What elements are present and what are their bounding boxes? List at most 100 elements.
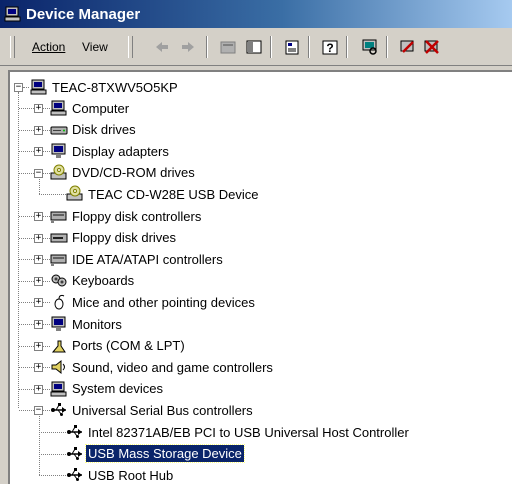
properties-button[interactable] (280, 35, 304, 59)
computer-icon (50, 380, 68, 398)
toolbar-grip[interactable] (128, 36, 133, 58)
view-menu[interactable]: View (82, 40, 108, 54)
tree-node-computer[interactable]: Computer (50, 98, 131, 118)
tree-node-label: Floppy disk controllers (72, 208, 202, 224)
svg-text:?: ? (326, 41, 333, 55)
tree-node-intel-82371ab-eb-pci-to-usb-universal-host-controller[interactable]: Intel 82371AB/EB PCI to USB Universal Ho… (66, 422, 411, 442)
action-menu-label: Action (32, 40, 66, 54)
usb-icon (66, 445, 84, 463)
tree-node-system-devices[interactable]: System devices (50, 379, 165, 399)
usb-icon (66, 466, 84, 484)
help-button[interactable]: ? (318, 35, 342, 59)
tree-node-label: Universal Serial Bus controllers (72, 402, 253, 418)
tree-node-label: Disk drives (72, 122, 136, 138)
tree-node-usb-root-hub[interactable]: USB Root Hub (66, 465, 175, 484)
tree-node-dvd-cd-rom-drives[interactable]: DVD/CD-ROM drives (50, 163, 197, 183)
computer-icon (50, 99, 68, 117)
title-bar[interactable]: Device Manager (0, 0, 512, 28)
disk-drive-icon (50, 121, 68, 139)
window-title: Device Manager (26, 5, 141, 23)
monitor-icon (50, 315, 68, 333)
expand-toggle-ports-com-lpt[interactable]: + (34, 341, 43, 351)
tree-line (18, 92, 19, 408)
properties-icon (285, 40, 299, 55)
expand-toggle-keyboards[interactable]: + (34, 276, 43, 286)
mouse-icon (50, 293, 68, 311)
tree-node-disk-drives[interactable]: Disk drives (50, 120, 138, 140)
tree-node-floppy-disk-controllers[interactable]: Floppy disk controllers (50, 206, 203, 226)
tree-line (39, 453, 66, 455)
toolbar-separator (206, 36, 208, 58)
help-icon: ? (322, 40, 338, 55)
expand-toggle-sound-video-and-game-controllers[interactable]: + (34, 363, 43, 373)
tree-line (39, 176, 40, 195)
controller-icon (50, 207, 68, 225)
tree-node-keyboards[interactable]: Keyboards (50, 271, 136, 291)
cdrom-icon (66, 185, 84, 203)
back-button[interactable] (150, 35, 174, 59)
forward-arrow-icon (182, 42, 194, 52)
tree-node-label: Monitors (72, 316, 122, 332)
tree-node-ports-com-lpt[interactable]: Ports (COM & LPT) (50, 336, 187, 356)
tree-node-display-adapters[interactable]: Display adapters (50, 141, 171, 161)
computer-icon (30, 78, 48, 96)
menu-grip[interactable] (10, 36, 15, 58)
uninstall-device-icon (424, 40, 439, 54)
tree-node-label: Computer (72, 100, 130, 116)
floppy-drive-icon (50, 229, 68, 247)
expand-toggle-display-adapters[interactable]: + (34, 147, 43, 157)
tree-node-label: USB Mass Storage Device (85, 444, 245, 464)
tree-node-label: USB Root Hub (88, 467, 174, 483)
back-arrow-icon (156, 42, 168, 52)
uninstall-device-button[interactable] (420, 35, 444, 59)
port-icon (50, 337, 68, 355)
tree-node-label: System devices (72, 381, 164, 397)
folder-up-icon (220, 41, 236, 54)
view-menu-label: View (82, 40, 108, 54)
tree-node-ide-ata-atapi-controllers[interactable]: IDE ATA/ATAPI controllers (50, 249, 225, 269)
speaker-icon (50, 358, 68, 376)
device-tree[interactable]: − TEAC-8TXWV5O5KP + Computer + Disk drives +… (8, 70, 512, 484)
tree-node-sound-video-and-game-controllers[interactable]: Sound, video and game controllers (50, 357, 275, 377)
tree-node-floppy-disk-drives[interactable]: Floppy disk drives (50, 228, 178, 248)
action-menu[interactable]: Action (32, 40, 65, 54)
expand-toggle-floppy-disk-drives[interactable]: + (34, 233, 43, 243)
scan-hardware-icon (362, 39, 377, 55)
expand-toggle-floppy-disk-controllers[interactable]: + (34, 212, 43, 221)
tree-node-monitors[interactable]: Monitors (50, 314, 124, 334)
tree-node-usb-mass-storage-device[interactable]: USB Mass Storage Device (66, 444, 245, 464)
tree-node-label: TEAC CD-W28E USB Device (88, 186, 259, 202)
expand-toggle-disk-drives[interactable]: + (34, 125, 43, 135)
expand-toggle-mice-and-other-pointing-devices[interactable]: + (34, 298, 43, 308)
tree-line (39, 432, 66, 433)
tree-node-label: IDE ATA/ATAPI controllers (72, 251, 223, 267)
tree-node-universal-serial-bus-controllers[interactable]: Universal Serial Bus controllers (50, 400, 255, 420)
tree-node-label: DVD/CD-ROM drives (72, 165, 195, 181)
tree-node-label: Intel 82371AB/EB PCI to USB Universal Ho… (88, 424, 409, 440)
toolbar-separator (270, 36, 272, 58)
tree-node-label: Mice and other pointing devices (72, 294, 255, 310)
toolbar-separator (308, 36, 310, 58)
show-hide-tree-button[interactable] (242, 35, 266, 59)
tree-node-label: Keyboards (72, 273, 135, 289)
usb-icon (50, 401, 68, 419)
up-button[interactable] (216, 35, 240, 59)
forward-button[interactable] (176, 35, 200, 59)
tree-root-node[interactable]: TEAC-8TXWV5O5KP (30, 77, 180, 97)
expand-toggle-computer[interactable]: + (34, 104, 43, 113)
expand-toggle-system-devices[interactable]: + (34, 384, 43, 394)
device-manager-icon (4, 5, 22, 23)
disable-device-button[interactable] (396, 35, 420, 59)
root-collapse-toggle[interactable]: − (14, 83, 23, 92)
scan-hardware-button[interactable] (358, 35, 382, 59)
disable-device-icon (400, 40, 414, 53)
tree-node-teac-cd-w28e-usb-device[interactable]: TEAC CD-W28E USB Device (66, 184, 260, 204)
tree-node-mice-and-other-pointing-devices[interactable]: Mice and other pointing devices (50, 292, 257, 312)
tree-line (39, 414, 40, 476)
tree-line (39, 194, 66, 196)
expand-toggle-ide-ata-atapi-controllers[interactable]: + (34, 255, 43, 265)
tree-line (39, 475, 66, 477)
expand-toggle-monitors[interactable]: + (34, 320, 43, 329)
tree-node-label: Sound, video and game controllers (72, 359, 273, 375)
keyboard-icon (50, 272, 68, 290)
